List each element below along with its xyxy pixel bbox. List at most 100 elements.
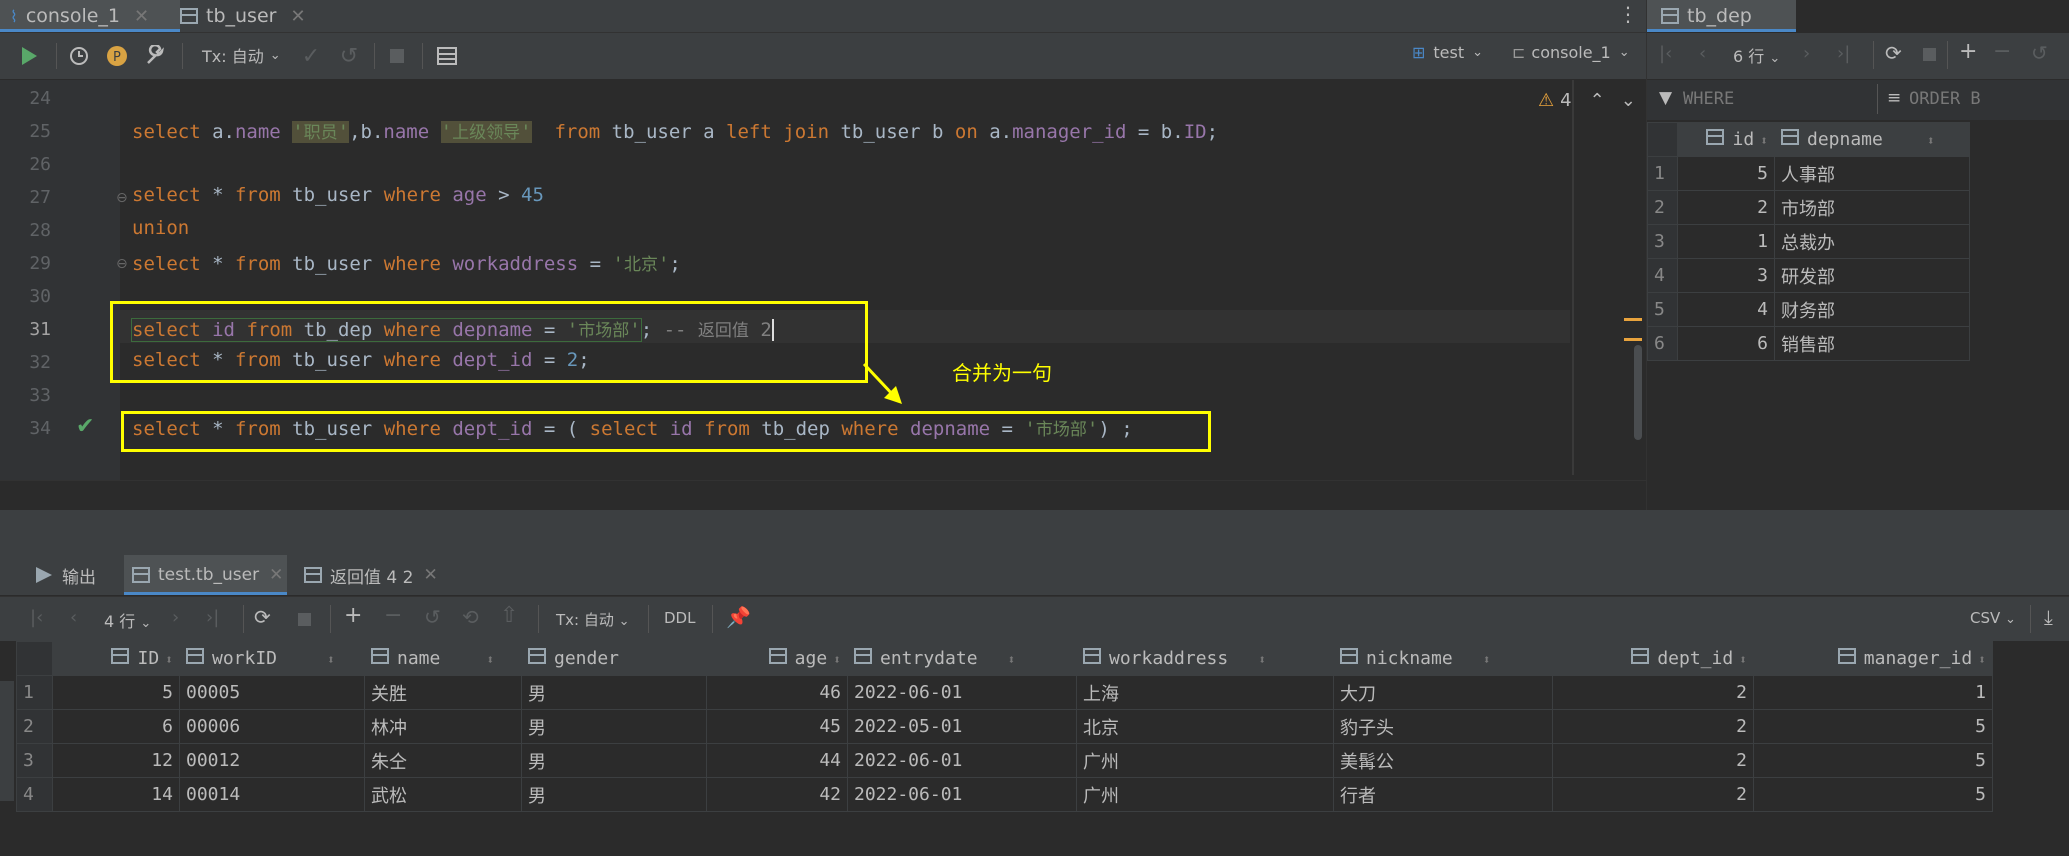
refresh-icon[interactable]: ⟳ [1885, 41, 1902, 65]
chevron-down-icon: ⌄ [140, 616, 152, 631]
column-icon [768, 648, 787, 664]
table-row[interactable]: 2 6 00006 林冲 男 45 2022-05-01 北京 豹子头 2 5 [16, 709, 1993, 744]
stop-icon[interactable] [298, 613, 311, 626]
column-header-entrydate[interactable]: entrydate ⬍ [847, 641, 1077, 676]
tab-console-1[interactable]: ⌇ console_1 ✕ [0, 0, 180, 32]
table-row[interactable]: 1 5 00005 关胜 男 46 2022-06-01 上海 大刀 2 1 [16, 675, 1993, 710]
revert-icon[interactable]: ↺ [424, 605, 441, 629]
download-icon[interactable]: ⤓ [2044, 605, 2053, 629]
add-row-icon[interactable]: + [344, 603, 362, 628]
first-page-icon[interactable]: |‹ [1659, 43, 1672, 64]
remove-row-icon[interactable]: − [1993, 39, 2011, 64]
next-page-icon[interactable]: › [172, 607, 179, 628]
column-icon [1340, 648, 1358, 664]
column-header-age[interactable]: age ⬍ [706, 641, 848, 676]
column-header-manager-id[interactable]: manager_id ⬍ [1753, 641, 1993, 676]
chevron-up-icon[interactable]: ⌃ [1590, 90, 1605, 111]
close-tab-icon[interactable]: ✕ [290, 6, 305, 27]
preview-icon[interactable]: ⟲ [462, 605, 479, 629]
executed-check-icon: ✔ [76, 414, 95, 439]
prev-page-icon[interactable]: ‹ [70, 607, 77, 628]
settings-button[interactable] [140, 41, 170, 71]
tx-mode-dropdown[interactable]: Tx: 自动 ⌄ [202, 43, 281, 67]
stop-button[interactable] [382, 41, 412, 71]
column-header-workaddress[interactable]: workaddress ⬍ [1076, 641, 1334, 676]
row-count-dropdown[interactable]: 6 行 ⌄ [1733, 43, 1780, 67]
stop-icon[interactable] [1923, 48, 1936, 61]
history-button[interactable] [64, 41, 94, 71]
table-row[interactable]: 5 4 财务部 [1647, 292, 1970, 327]
explain-plan-button[interactable]: P [102, 41, 132, 71]
column-icon [371, 648, 389, 664]
chevron-down-icon: ⌄ [618, 614, 630, 629]
execute-button[interactable] [14, 41, 44, 71]
last-page-icon[interactable]: ›| [1837, 43, 1850, 64]
sort-arrows-icon[interactable]: ⬍ [1008, 653, 1016, 668]
sort-arrows-icon[interactable]: ⬍ [1760, 134, 1768, 149]
next-page-icon[interactable]: › [1803, 43, 1810, 64]
sort-arrows-icon[interactable]: ⬍ [165, 653, 173, 668]
submit-icon[interactable]: ⇧ [500, 603, 518, 628]
column-header-name[interactable]: name ⬍ [364, 641, 522, 676]
export-format-dropdown[interactable]: CSV ⌄ [1970, 609, 2016, 627]
output-layout-button[interactable] [432, 41, 462, 71]
editor-scrollbar[interactable] [1634, 345, 1642, 440]
ddl-button[interactable]: DDL [664, 609, 695, 627]
table-row[interactable]: 4 3 研发部 [1647, 258, 1970, 293]
last-page-icon[interactable]: ›| [206, 607, 219, 628]
where-filter-input[interactable]: WHERE [1683, 89, 1734, 109]
panel-splitter[interactable] [0, 510, 2069, 555]
tab-tb-user[interactable]: tb_user ✕ [170, 0, 330, 32]
commit-button[interactable]: ✓ [296, 41, 326, 71]
close-tab-icon[interactable]: ✕ [423, 565, 437, 585]
column-header-ID[interactable]: ID ⬍ [52, 641, 180, 676]
sort-arrows-icon[interactable]: ⬍ [1927, 134, 1935, 149]
row-count-dropdown[interactable]: 4 行 ⌄ [104, 608, 151, 632]
fold-icon[interactable]: ⊖ [116, 190, 128, 206]
pin-icon[interactable]: 📌 [726, 605, 751, 629]
table-row[interactable]: 6 6 销售部 [1647, 326, 1970, 361]
add-row-icon[interactable]: + [1959, 39, 1977, 64]
column-icon [1781, 129, 1799, 145]
first-page-icon[interactable]: |‹ [30, 607, 43, 628]
revert-icon[interactable]: ↺ [2031, 41, 2048, 65]
schema-dropdown[interactable]: ⊞ test ⌄ [1412, 43, 1483, 62]
table-row[interactable]: 1 5 人事部 [1647, 156, 1970, 191]
refresh-icon[interactable]: ⟳ [254, 605, 271, 629]
column-header-id[interactable]: id ⬍ [1677, 122, 1775, 157]
order-by-input[interactable]: ORDER B [1909, 89, 1981, 109]
chevron-down-icon[interactable]: ⌄ [1621, 90, 1636, 111]
fold-icon[interactable]: ⊖ [116, 256, 128, 272]
sort-arrows-icon[interactable]: ⬍ [486, 653, 494, 668]
session-dropdown[interactable]: ⊏ console_1 ⌄ [1512, 43, 1630, 62]
inspection-widget[interactable]: ⚠ 4 ⌃ ⌄ [1538, 90, 1636, 111]
sort-arrows-icon[interactable]: ⬍ [1483, 653, 1491, 668]
sort-arrows-icon[interactable]: ⬍ [327, 653, 335, 668]
sort-arrows-icon[interactable]: ⬍ [1739, 653, 1747, 668]
prev-page-icon[interactable]: ‹ [1699, 43, 1706, 64]
column-header-gender[interactable]: gender [521, 641, 707, 676]
table-row[interactable]: 3 1 总裁办 [1647, 224, 1970, 259]
tab-return-value[interactable]: 返回值 4 2 ✕ [304, 555, 438, 595]
table-row[interactable]: 4 14 00014 武松 男 42 2022-06-01 广州 行者 2 5 [16, 777, 1993, 812]
table-row[interactable]: 2 2 市场部 [1647, 190, 1970, 225]
column-header-workID[interactable]: workID ⬍ [179, 641, 365, 676]
remove-row-icon[interactable]: − [384, 603, 402, 628]
tx-mode-dropdown[interactable]: Tx: 自动 ⌄ [556, 609, 630, 630]
close-tab-icon[interactable]: ✕ [269, 565, 283, 585]
sort-arrows-icon[interactable]: ⬍ [833, 653, 841, 668]
warning-icon: ⚠ [1538, 90, 1555, 111]
line-number: 28 [29, 220, 51, 241]
column-header-nickname[interactable]: nickname ⬍ [1333, 641, 1553, 676]
rollback-button[interactable]: ↺ [334, 41, 364, 71]
table-row[interactable]: 3 12 00012 朱仝 男 44 2022-06-01 广州 美髯公 2 5 [16, 743, 1993, 778]
tab-tb-dep[interactable]: tb_dep [1647, 0, 1796, 32]
close-tab-icon[interactable]: ✕ [134, 6, 149, 27]
sort-arrows-icon[interactable]: ⬍ [1258, 653, 1266, 668]
column-header-dept-id[interactable]: dept_id ⬍ [1552, 641, 1754, 676]
more-options-icon[interactable]: ⋮ [1618, 2, 1638, 26]
tab-test-tb-user[interactable]: test.tb_user ✕ [124, 555, 287, 595]
column-header-depname[interactable]: depname ⬍ [1774, 122, 1970, 157]
sort-arrows-icon[interactable]: ⬍ [1978, 653, 1986, 668]
tab-output[interactable]: 输出 [36, 555, 96, 595]
